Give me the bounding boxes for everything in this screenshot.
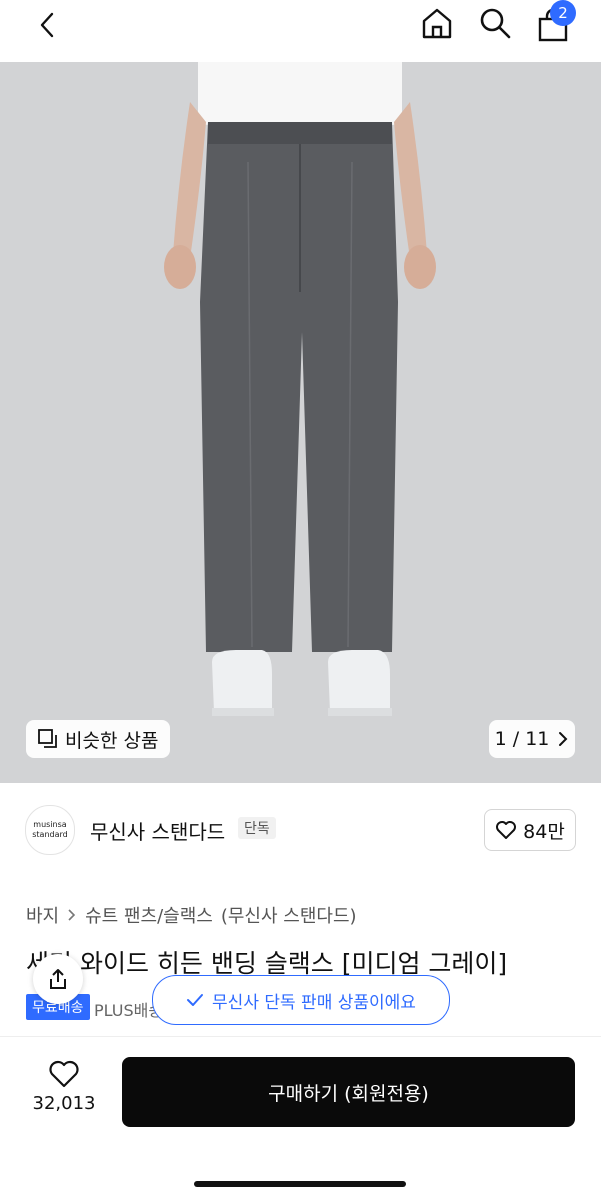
breadcrumb-item-pants[interactable]: 바지 bbox=[26, 902, 59, 928]
image-counter-text: 1 / 11 bbox=[494, 728, 550, 750]
breadcrumb-item-category[interactable]: 슈트 팬츠/슬랙스 bbox=[85, 902, 213, 928]
heart-icon bbox=[49, 1060, 79, 1088]
similar-products-button[interactable]: 비슷한 상품 bbox=[26, 720, 170, 758]
chevron-right-icon bbox=[68, 909, 76, 921]
bottom-bar: 32,013 구매하기 (회원전용) bbox=[0, 1036, 601, 1201]
brand-logo-line1: musinsa bbox=[33, 820, 67, 829]
brand-like-count: 84만 bbox=[523, 820, 565, 843]
back-button[interactable] bbox=[30, 8, 64, 42]
brand-like-button[interactable]: 84만 bbox=[484, 809, 576, 851]
exclusive-toast: 무신사 단독 판매 상품이에요 bbox=[152, 975, 450, 1025]
breadcrumb-item-brand[interactable]: (무신사 스탠다드) bbox=[221, 902, 357, 928]
share-button[interactable] bbox=[33, 954, 83, 1004]
wishlist-count: 32,013 bbox=[32, 1093, 96, 1114]
home-icon bbox=[422, 8, 452, 39]
brand-logo[interactable]: musinsa standard bbox=[25, 805, 75, 855]
product-photo bbox=[0, 62, 601, 783]
wishlist-button[interactable]: 32,013 bbox=[22, 1059, 106, 1114]
brand-logo-line2: standard bbox=[32, 830, 68, 839]
chevron-right-icon bbox=[559, 732, 568, 746]
home-indicator bbox=[194, 1181, 406, 1187]
exclusive-tag: 단독 bbox=[238, 817, 276, 839]
image-counter[interactable]: 1 / 11 bbox=[489, 720, 575, 758]
heart-icon bbox=[496, 821, 517, 839]
buy-button[interactable]: 구매하기 (회원전용) bbox=[122, 1057, 575, 1127]
toast-text: 무신사 단독 판매 상품이에요 bbox=[212, 992, 416, 1013]
brand-name[interactable]: 무신사 스탠다드 bbox=[90, 816, 225, 845]
search-icon bbox=[480, 8, 511, 39]
top-bar: 2 bbox=[0, 0, 601, 62]
product-image[interactable]: 비슷한 상품 1 / 11 bbox=[0, 62, 601, 783]
share-icon bbox=[50, 969, 66, 989]
search-button[interactable] bbox=[476, 4, 514, 42]
cart-count-badge: 2 bbox=[550, 0, 576, 26]
chevron-left-icon bbox=[40, 12, 54, 38]
check-icon bbox=[187, 994, 204, 1006]
similar-products-label: 비슷한 상품 bbox=[65, 729, 159, 752]
home-button[interactable] bbox=[418, 4, 456, 42]
brand-row: musinsa standard 무신사 스탠다드 단독 84만 bbox=[0, 783, 601, 879]
copy-icon bbox=[38, 729, 57, 748]
breadcrumb: 바지 슈트 팬츠/슬랙스 (무신사 스탠다드) bbox=[26, 902, 357, 928]
